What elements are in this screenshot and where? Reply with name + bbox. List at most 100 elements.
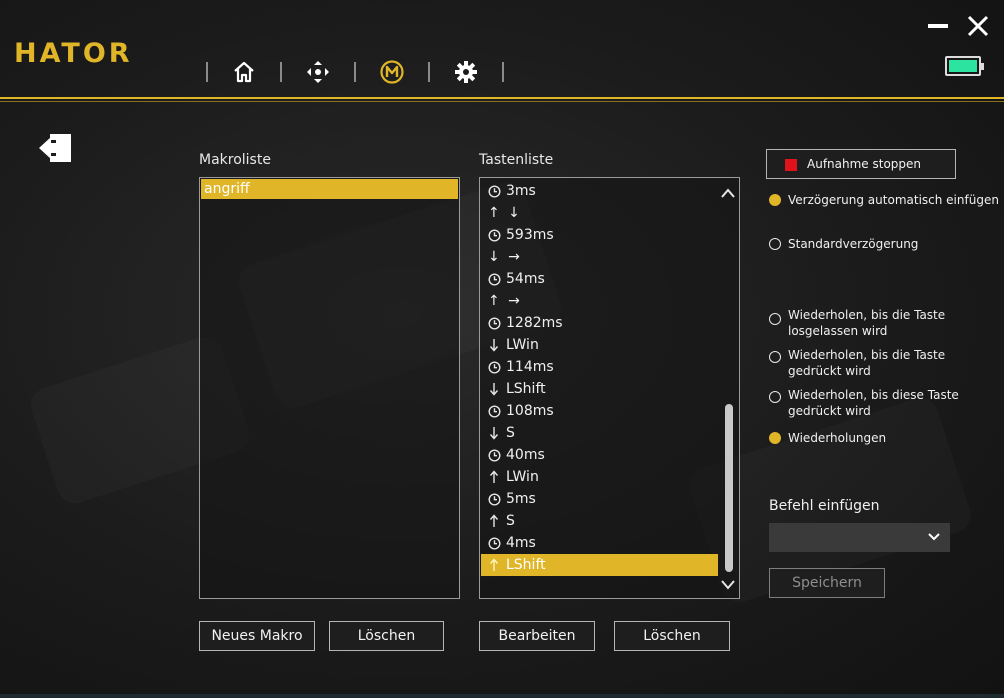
key-list[interactable]: 3ms ↑ ↓ 593ms ↓ → 54ms ↑ → 1282ms LWin 114ms LShi… (479, 177, 740, 599)
radio-standard-delay[interactable]: Standardverzögerung (769, 236, 918, 252)
radio-dot (769, 194, 781, 206)
stop-recording-button[interactable]: Aufnahme stoppen (766, 149, 956, 179)
clock-icon (485, 228, 503, 242)
radio-label-line: losgelassen wird (788, 324, 888, 338)
key-list-label: Tastenliste (479, 152, 554, 168)
key-list-item[interactable]: ↓ → (481, 246, 718, 268)
key-list-item[interactable]: 108ms (481, 400, 718, 422)
key-list-item-text: 114ms (506, 359, 554, 375)
gear-icon[interactable] (452, 58, 480, 86)
dpad-icon[interactable] (304, 58, 332, 86)
radio-label: Wiederholen, bis die Taste gedrückt wird (788, 347, 945, 379)
save-button[interactable]: Speichern (769, 568, 885, 598)
battery-tip (981, 63, 984, 70)
key-list-item[interactable]: 3ms (481, 180, 718, 202)
key-list-item[interactable]: LWin (481, 334, 718, 356)
key-list-item[interactable]: LShift (481, 378, 718, 400)
app-logo: HATOR (14, 38, 133, 69)
clock-icon (485, 360, 503, 374)
main-nav (206, 54, 526, 90)
key-list-item[interactable]: ↑ → (481, 290, 718, 312)
key-list-item-text: 40ms (506, 447, 545, 463)
back-icon[interactable] (38, 132, 74, 164)
key-list-rows: 3ms ↑ ↓ 593ms ↓ → 54ms ↑ → 1282ms LWin 114ms LShi… (481, 180, 739, 576)
key-list-item-text: 108ms (506, 403, 554, 419)
key-list-item[interactable]: 40ms (481, 444, 718, 466)
stop-recording-label: Aufnahme stoppen (807, 157, 922, 171)
radio-repetitions[interactable]: Wiederholungen (769, 430, 886, 446)
radio-dot (769, 432, 781, 444)
scroll-up-icon[interactable] (721, 186, 735, 200)
key-list-item-text: 4ms (506, 535, 536, 551)
macro-list-item[interactable]: angriff (201, 179, 458, 199)
radio-label-line: Wiederholen, bis diese Taste (788, 388, 959, 402)
clock-icon (485, 536, 503, 550)
key-list-item-text: LShift (506, 381, 546, 397)
key-list-item-text: LWin (506, 337, 539, 353)
stop-square-icon (785, 159, 797, 171)
clock-icon (485, 492, 503, 506)
key-list-item[interactable]: 593ms (481, 224, 718, 246)
close-icon[interactable] (966, 14, 990, 38)
radio-label: Wiederholen, bis diese Taste gedrückt wi… (788, 387, 959, 419)
key-list-item[interactable]: S (481, 422, 718, 444)
key-list-item-text: 593ms (506, 227, 554, 243)
key-list-item-text: 1282ms (506, 315, 563, 331)
insert-command-label: Befehl einfügen (769, 498, 880, 514)
key-list-item[interactable]: 5ms (481, 488, 718, 510)
radio-auto-delay[interactable]: Verzögerung automatisch einfügen (769, 192, 999, 208)
minimize-icon[interactable] (928, 24, 948, 28)
key-list-item[interactable]: S (481, 510, 718, 532)
key-list-item[interactable]: 1282ms (481, 312, 718, 334)
scrollbar-thumb[interactable] (725, 404, 733, 572)
macro-list-label: Makroliste (199, 152, 271, 168)
key-list-item-text: 5ms (506, 491, 536, 507)
key-list-item-text: ↑ → (488, 293, 522, 309)
key-list-item[interactable]: LShift (481, 554, 718, 576)
nav-separator (502, 62, 504, 82)
chevron-down-icon (928, 533, 940, 541)
key-list-item[interactable]: ↑ ↓ (481, 202, 718, 224)
radio-dot (769, 391, 781, 403)
new-macro-button[interactable]: Neues Makro (199, 621, 315, 651)
scroll-down-icon[interactable] (721, 576, 735, 590)
radio-repeat-release[interactable]: Wiederholen, bis die Taste losgelassen w… (769, 307, 945, 339)
radio-repeat-press[interactable]: Wiederholen, bis die Taste gedrückt wird (769, 347, 945, 379)
radio-label-line: Wiederholen, bis die Taste (788, 308, 946, 322)
radio-label-line: Wiederholen, bis die Taste (788, 348, 946, 362)
radio-label: Wiederholen, bis die Taste losgelassen w… (788, 307, 945, 339)
delete-macro-button[interactable]: Löschen (329, 621, 444, 651)
arrow-down-icon (485, 426, 503, 440)
arrow-up-icon (485, 470, 503, 484)
nav-separator (428, 62, 430, 82)
macro-list[interactable]: angriff (199, 177, 460, 599)
radio-repeat-this-key[interactable]: Wiederholen, bis diese Taste gedrückt wi… (769, 387, 959, 419)
clock-icon (485, 184, 503, 198)
arrow-down-icon (485, 382, 503, 396)
key-list-item[interactable]: 4ms (481, 532, 718, 554)
macro-m-icon[interactable] (378, 58, 406, 86)
clock-icon (485, 316, 503, 330)
edit-key-button[interactable]: Bearbeiten (479, 621, 595, 651)
radio-label: Wiederholungen (788, 431, 887, 445)
arrow-down-icon (485, 338, 503, 352)
key-list-item[interactable]: 54ms (481, 268, 718, 290)
radio-label-line: gedrückt wird (788, 404, 871, 418)
nav-separator (206, 62, 208, 82)
key-list-item-text: S (506, 425, 515, 441)
radio-label: Standardverzögerung (788, 237, 919, 251)
home-icon[interactable] (230, 58, 258, 86)
key-list-item[interactable]: 114ms (481, 356, 718, 378)
nav-separator (280, 62, 282, 82)
arrow-up-icon (485, 514, 503, 528)
nav-separator (354, 62, 356, 82)
insert-command-select[interactable] (769, 523, 950, 552)
radio-dot (769, 238, 781, 250)
key-list-item-text: S (506, 513, 515, 529)
key-list-item-text: 3ms (506, 183, 536, 199)
key-list-item-text: ↓ → (488, 249, 522, 265)
key-list-item[interactable]: LWin (481, 466, 718, 488)
radio-dot (769, 351, 781, 363)
delete-key-button[interactable]: Löschen (614, 621, 730, 651)
arrow-up-icon (485, 558, 503, 572)
